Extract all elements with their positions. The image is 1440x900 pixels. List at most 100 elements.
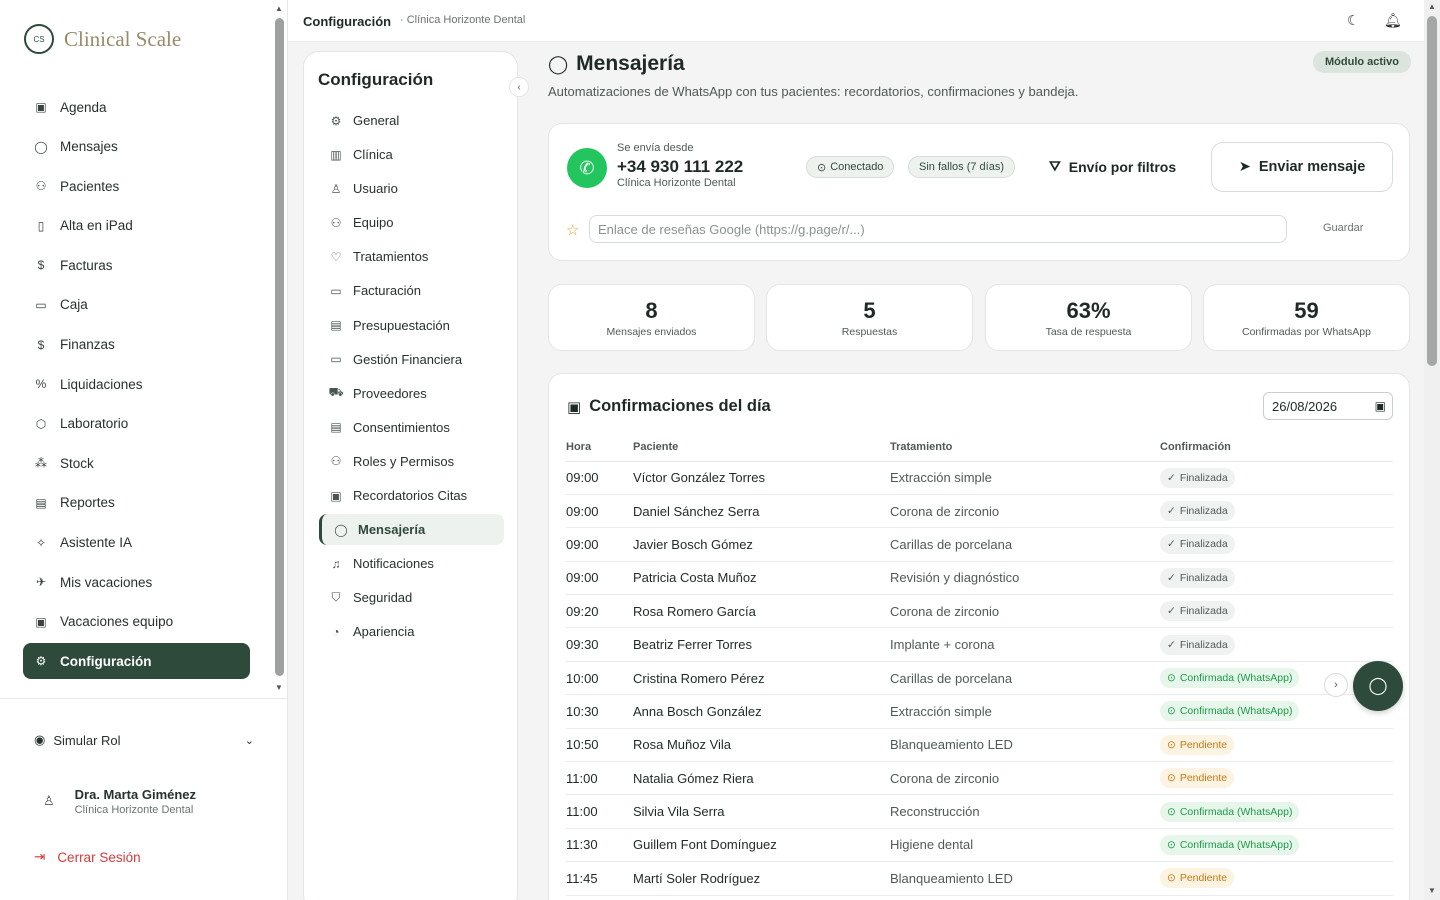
config-item-usuario[interactable]: ♙ Usuario <box>319 173 504 204</box>
table-row[interactable]: 11:45 Martí Soler Rodríguez Blanqueamien… <box>566 861 1393 896</box>
table-row[interactable]: 11:30 Guillem Font Domínguez Higiene den… <box>566 828 1393 863</box>
config-item-mensajer-a[interactable]: ◯ Mensajería <box>319 514 504 546</box>
date-picker[interactable]: 26/08/2026 ▣ <box>1263 392 1393 420</box>
config-item-cl-nica[interactable]: ▥ Clínica <box>319 139 504 170</box>
check-icon: ✓ <box>1167 505 1176 518</box>
signed-doc-icon: ▤ <box>330 420 342 435</box>
table-row[interactable]: 11:00 Silvia Vila Serra Reconstrucción ⊙… <box>566 794 1393 829</box>
percent-icon: % <box>35 377 47 392</box>
status-badge: ⊙ Confirmada (WhatsApp) <box>1160 801 1300 822</box>
cell-patient: Rosa Romero García <box>633 594 890 629</box>
calendar-icon: ▣ <box>35 100 47 114</box>
logout-button[interactable]: ⇥ Cerrar Sesión <box>34 849 141 865</box>
chat-fab-button[interactable]: ◯ <box>1353 661 1403 711</box>
scroll-up-arrow[interactable]: ▲ <box>1428 2 1436 11</box>
page-scrollbar[interactable]: ▲ ▼ <box>1424 0 1440 900</box>
check-icon: ✓ <box>1167 638 1176 651</box>
stat-label: Confirmadas por WhatsApp <box>1242 326 1371 338</box>
sidebar-item-pacientes[interactable]: ⚇ Pacientes <box>23 168 250 204</box>
simulate-role-select[interactable]: ◉ Simular Rol ⌄ <box>34 732 254 748</box>
cell-patient: Martí Soler Rodríguez <box>633 861 890 896</box>
config-item-consentimientos[interactable]: ▤ Consentimientos <box>319 412 504 443</box>
table-row[interactable]: 09:20 Rosa Romero García Corona de zirco… <box>566 594 1393 629</box>
sidebar-item-label: Stock <box>60 455 94 471</box>
config-item-notificaciones[interactable]: ♫ Notificaciones <box>319 548 504 579</box>
scroll-down-arrow[interactable]: ▼ <box>275 683 283 692</box>
page-title-text: Mensajería <box>576 52 685 75</box>
table-row[interactable]: 09:00 Víctor González Torres Extracción … <box>566 461 1393 495</box>
sidebar-item-configuraci-n[interactable]: ⚙ Configuración <box>23 643 250 680</box>
check-circle-icon: ⊙ <box>1167 805 1176 818</box>
table-row[interactable]: 09:00 Javier Bosch Gómez Carillas de por… <box>566 527 1393 562</box>
scroll-down-arrow[interactable]: ▼ <box>1428 886 1436 895</box>
calendar-team-icon: ▣ <box>35 614 47 629</box>
config-item-facturaci-n[interactable]: ▭ Facturación <box>319 275 504 306</box>
sidebar-item-finanzas[interactable]: $ Finanzas <box>23 327 250 363</box>
breadcrumb-clinic: · Clínica Horizonte Dental <box>400 14 526 26</box>
collapse-panel-button[interactable]: ‹ <box>509 77 529 97</box>
sidebar-item-asistente-ia[interactable]: ✧ Asistente IA <box>23 525 250 561</box>
sidebar-item-agenda[interactable]: ▣ Agenda <box>23 89 250 125</box>
cell-patient: Silvia Vila Serra <box>633 794 890 829</box>
table-row[interactable]: 10:00 Cristina Romero Pérez Carillas de … <box>566 661 1393 696</box>
cell-confirmation: ✓ Finalizada <box>1160 627 1393 662</box>
sender-phone: +34 930 111 222 <box>617 157 744 176</box>
sidebar-item-reportes[interactable]: ▤ Reportes <box>23 485 250 521</box>
table-row[interactable]: 09:00 Patricia Costa Muñoz Revisión y di… <box>566 561 1393 596</box>
table-row[interactable]: 09:00 Daniel Sánchez Serra Corona de zir… <box>566 494 1393 529</box>
sidebar-item-liquidaciones[interactable]: % Liquidaciones <box>23 366 250 402</box>
config-item-seguridad[interactable]: ⛉ Seguridad <box>319 582 504 613</box>
config-item-roles-y-permisos[interactable]: ⚇ Roles y Permisos <box>319 446 504 477</box>
save-button[interactable]: Guardar <box>1323 222 1363 234</box>
check-circle-icon: ⊙ <box>817 161 827 174</box>
user-name: Dra. Marta Giménez <box>74 786 197 802</box>
cell-confirmation: ⊙ Pendiente <box>1160 728 1393 763</box>
chevron-right-icon[interactable]: › <box>1324 673 1348 697</box>
sidebar-item-caja[interactable]: ▭ Caja <box>23 287 250 323</box>
config-item-gesti-n-financiera[interactable]: ▭ Gestión Financiera <box>319 344 504 375</box>
table-row[interactable]: 10:50 Rosa Muñoz Vila Blanqueamiento LED… <box>566 728 1393 763</box>
cell-confirmation: ✓ Finalizada <box>1160 527 1393 562</box>
sidebar-item-facturas[interactable]: $ Facturas <box>23 247 250 283</box>
cell-confirmation: ⊙ Confirmada (WhatsApp) <box>1160 794 1393 829</box>
config-item-general[interactable]: ⚙ General <box>319 105 504 136</box>
stethoscope-icon: ♡ <box>330 249 342 264</box>
moon-icon[interactable]: ☾ <box>1347 12 1360 29</box>
sidebar-item-stock[interactable]: ⁂ Stock <box>23 445 250 481</box>
sidebar-item-vacaciones-equipo[interactable]: ▣ Vacaciones equipo <box>23 604 250 640</box>
sidebar-item-alta-en-ipad[interactable]: ▯ Alta en iPad <box>23 208 250 244</box>
credit-card-icon: ▭ <box>330 283 342 298</box>
user-clinic: Clínica Horizonte Dental <box>74 803 194 816</box>
scroll-up-arrow[interactable]: ▲ <box>275 4 283 13</box>
user-card[interactable]: ♙ Dra. Marta Giménez Clínica Horizonte D… <box>33 773 263 829</box>
cell-confirmation: ✓ Finalizada <box>1160 494 1393 529</box>
sidebar-item-laboratorio[interactable]: ⬡ Laboratorio <box>23 406 250 442</box>
user-icon: ♙ <box>43 793 55 808</box>
sidebar-divider <box>0 698 288 699</box>
scrollbar-thumb[interactable] <box>1427 16 1437 366</box>
sidebar-item-mensajes[interactable]: ◯ Mensajes <box>23 129 250 165</box>
stat-card: 5 Respuestas <box>766 284 973 351</box>
config-item-equipo[interactable]: ⚇ Equipo <box>319 207 504 238</box>
cell-treatment: Reconstrucción <box>890 794 1160 829</box>
table-row[interactable]: 09:30 Beatriz Ferrer Torres Implante + c… <box>566 627 1393 662</box>
phone-icon: ✆ <box>567 148 607 188</box>
table-row[interactable]: 11:00 Natalia Gómez Riera Corona de zirc… <box>566 761 1393 796</box>
calendar-icon: ▣ <box>1374 399 1386 413</box>
google-review-link-input[interactable] <box>589 215 1287 243</box>
send-message-button[interactable]: ➤ Enviar mensaje <box>1211 142 1393 192</box>
sidebar-scrollbar[interactable] <box>275 18 284 676</box>
config-item-tratamientos[interactable]: ♡ Tratamientos <box>319 241 504 272</box>
logo[interactable]: CS Clinical Scale <box>24 24 181 54</box>
cell-treatment: Extracción simple <box>890 461 1160 495</box>
config-item-recordatorios-citas[interactable]: ▣ Recordatorios Citas <box>319 480 504 511</box>
sidebar-item-mis-vacaciones[interactable]: ✈ Mis vacaciones <box>23 564 250 600</box>
config-item-presupuestaci-n[interactable]: ▤ Presupuestación <box>319 310 504 341</box>
config-item-apariencia[interactable]: ◔ Apariencia <box>319 616 504 647</box>
sidebar-item-label: Pacientes <box>60 178 120 194</box>
filter-send-button[interactable]: ⛛ Envío por filtros <box>1049 158 1176 175</box>
config-item-proveedores[interactable]: ⛟ Proveedores <box>319 378 504 409</box>
stat-card: 63% Tasa de respuesta <box>985 284 1192 351</box>
bell-icon[interactable]: 🔔︎ <box>1384 12 1402 29</box>
table-row[interactable]: 10:30 Anna Bosch González Extracción sim… <box>566 694 1393 729</box>
